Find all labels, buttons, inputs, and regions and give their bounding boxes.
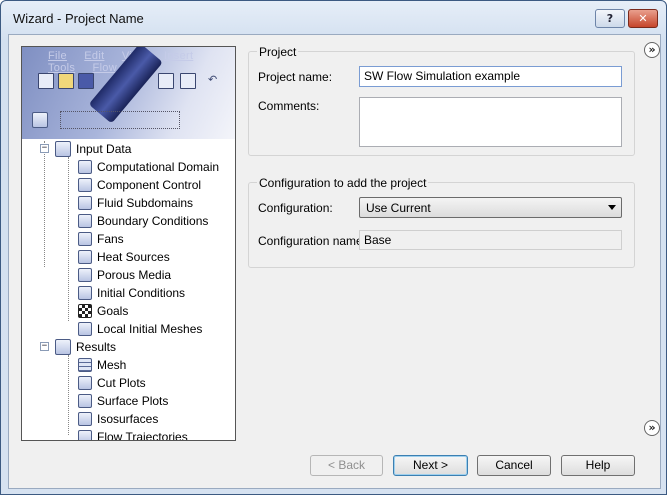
tree-node-heat-sources[interactable]: Heat Sources bbox=[78, 248, 170, 264]
goals-checkered-flag-icon bbox=[78, 303, 92, 318]
tree-node-label: Boundary Conditions bbox=[97, 213, 209, 228]
project-name-input[interactable]: SW Flow Simulation example bbox=[359, 66, 622, 87]
tree-node-component-control[interactable]: Component Control bbox=[78, 176, 201, 192]
open-folder-icon bbox=[58, 73, 74, 89]
save-icon bbox=[78, 73, 94, 89]
new-document-icon bbox=[38, 73, 54, 89]
tree-node-label: Cut Plots bbox=[97, 375, 146, 390]
results-icon bbox=[55, 338, 71, 355]
banner-menu-file: File bbox=[48, 50, 67, 62]
flow-trajectories-icon bbox=[78, 429, 92, 440]
tree-node-flow-trajectories[interactable]: Flow Trajectories bbox=[78, 428, 188, 441]
configuration-select-value: Use Current bbox=[366, 201, 431, 215]
help-button[interactable]: Help bbox=[561, 455, 635, 476]
project-group: Project Project name: SW Flow Simulation… bbox=[248, 45, 635, 156]
help-title-button[interactable]: ? bbox=[595, 9, 625, 28]
tree-node-boundary-conditions[interactable]: Boundary Conditions bbox=[78, 212, 208, 228]
print-icon bbox=[158, 73, 174, 89]
tree-node-results[interactable]: Results bbox=[55, 338, 117, 355]
tree-guide-line bbox=[68, 355, 69, 435]
tree-node-label: Porous Media bbox=[97, 267, 172, 282]
window-title: Wizard - Project Name bbox=[13, 11, 144, 26]
tree-node-label: Local Initial Meshes bbox=[97, 321, 203, 336]
tree-node-porous-media[interactable]: Porous Media bbox=[78, 266, 171, 282]
root-selection-box bbox=[60, 111, 180, 129]
tree-node-label: Computational Domain bbox=[97, 159, 220, 174]
configuration-group: Configuration to add the project Configu… bbox=[248, 176, 635, 268]
initial-conditions-icon bbox=[78, 285, 92, 300]
tree-node-cut-plots[interactable]: Cut Plots bbox=[78, 374, 146, 390]
tree-node-label: Results bbox=[76, 339, 117, 354]
mesh-icon bbox=[78, 357, 92, 372]
tree-node-fans[interactable]: Fans bbox=[78, 230, 124, 246]
tree-node-label: Fluid Subdomains bbox=[97, 195, 194, 210]
cut-plots-icon bbox=[78, 375, 92, 390]
tree-node-initial-conditions[interactable]: Initial Conditions bbox=[78, 284, 185, 300]
component-control-icon bbox=[78, 177, 92, 192]
tree-guide-line bbox=[44, 141, 45, 267]
results-collapse-toggle[interactable]: − bbox=[40, 342, 49, 351]
configuration-select[interactable]: Use Current bbox=[359, 197, 622, 218]
wizard-window: Wizard - Project Name ? ✕ File Edit View… bbox=[0, 0, 667, 495]
banner-image: File Edit View Insert Tools Flow ↶ bbox=[22, 47, 235, 139]
surface-plots-icon bbox=[78, 393, 92, 408]
close-button[interactable]: ✕ bbox=[628, 9, 658, 28]
configuration-name-field: Base bbox=[359, 230, 622, 250]
back-button[interactable]: < Back bbox=[310, 455, 383, 476]
configuration-group-title: Configuration to add the project bbox=[257, 176, 429, 190]
tree-node-label: Component Control bbox=[97, 177, 202, 192]
undo-icon: ↶ bbox=[208, 74, 218, 86]
tree-node-label: Fans bbox=[97, 231, 124, 246]
heat-sources-icon bbox=[78, 249, 92, 264]
expand-top-chevron-icon[interactable]: » bbox=[644, 42, 660, 58]
tree-node-local-initial-meshes[interactable]: Local Initial Meshes bbox=[78, 320, 202, 336]
isosurfaces-icon bbox=[78, 411, 92, 426]
tree-node-label: Input Data bbox=[76, 141, 132, 156]
tree-node-goals[interactable]: Goals bbox=[78, 302, 128, 318]
fluid-subdomains-icon bbox=[78, 195, 92, 210]
dropdown-arrow-icon bbox=[608, 205, 616, 210]
tree-node-label: Initial Conditions bbox=[97, 285, 186, 300]
project-tree-panel: File Edit View Insert Tools Flow ↶ bbox=[21, 46, 236, 441]
input-data-collapse-toggle[interactable]: − bbox=[40, 144, 49, 153]
project-root-node[interactable] bbox=[32, 111, 53, 128]
next-button[interactable]: Next > bbox=[393, 455, 468, 476]
input-data-icon bbox=[55, 140, 71, 157]
banner-menu-insert: Insert bbox=[164, 50, 194, 62]
project-assembly-icon bbox=[32, 111, 48, 128]
tree-node-label: Flow Trajectories bbox=[97, 429, 188, 441]
tree-guide-line bbox=[68, 157, 69, 321]
fans-icon bbox=[78, 231, 92, 246]
tree-node-label: Isosurfaces bbox=[97, 411, 159, 426]
tree-node-computational-domain[interactable]: Computational Domain bbox=[78, 158, 219, 174]
tree-node-label: Mesh bbox=[97, 357, 127, 372]
tree-node-surface-plots[interactable]: Surface Plots bbox=[78, 392, 168, 408]
boundary-conditions-icon bbox=[78, 213, 92, 228]
project-name-label: Project name: bbox=[258, 70, 333, 84]
porous-media-icon bbox=[78, 267, 92, 282]
title-bar: Wizard - Project Name ? ✕ bbox=[1, 1, 666, 35]
local-initial-meshes-icon bbox=[78, 321, 92, 336]
comments-label: Comments: bbox=[258, 99, 320, 113]
configuration-name-label: Configuration name: bbox=[258, 234, 367, 248]
tree-node-label: Heat Sources bbox=[97, 249, 170, 264]
tree-node-mesh[interactable]: Mesh bbox=[78, 356, 126, 372]
configuration-label: Configuration: bbox=[258, 201, 333, 215]
tree-node-fluid-subdomains[interactable]: Fluid Subdomains bbox=[78, 194, 193, 210]
banner-menu-edit: Edit bbox=[84, 50, 105, 62]
tree-node-input-data[interactable]: Input Data bbox=[55, 140, 132, 157]
comments-textarea[interactable] bbox=[359, 97, 622, 147]
tree-node-isosurfaces[interactable]: Isosurfaces bbox=[78, 410, 158, 426]
expand-bottom-chevron-icon[interactable]: » bbox=[644, 420, 660, 436]
project-group-title: Project bbox=[257, 45, 299, 59]
computational-domain-icon bbox=[78, 159, 92, 174]
print-preview-icon bbox=[180, 73, 196, 89]
tree-node-label: Surface Plots bbox=[97, 393, 169, 408]
cancel-button[interactable]: Cancel bbox=[477, 455, 551, 476]
wizard-body: File Edit View Insert Tools Flow ↶ bbox=[8, 34, 661, 489]
tree-node-label: Goals bbox=[97, 303, 129, 318]
